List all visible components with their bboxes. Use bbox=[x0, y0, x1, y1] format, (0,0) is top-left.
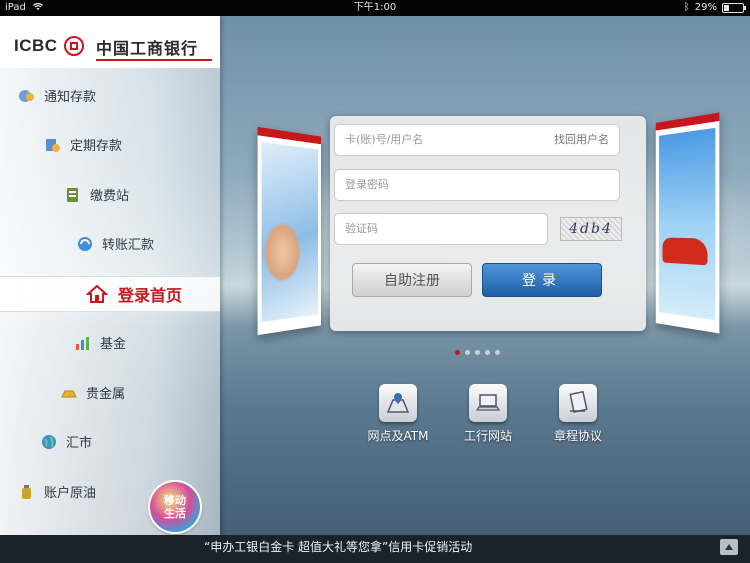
fund-chart-icon bbox=[74, 334, 92, 352]
sidebar: ICBC 中国工商银行 通知存款 定期存款 缴费站 转账汇款 登录首页 基金 贵… bbox=[0, 16, 220, 535]
sidebar-item-label: 定期存款 bbox=[70, 139, 123, 154]
promo-card-right[interactable] bbox=[655, 112, 720, 334]
sidebar-item-fund[interactable]: 基金 bbox=[74, 333, 126, 352]
laptop-icon bbox=[469, 384, 507, 422]
sidebar-item-label: 登录首页 bbox=[118, 286, 183, 305]
captcha-placeholder: 验证码 bbox=[345, 222, 378, 235]
promo-car-graphic bbox=[662, 237, 708, 266]
carousel-dot[interactable] bbox=[455, 350, 460, 355]
logo-name: 中国工商银行 bbox=[96, 39, 199, 58]
password-input[interactable]: 登录密码 bbox=[334, 169, 620, 201]
carousel-dot[interactable] bbox=[465, 350, 470, 355]
oil-bottle-icon bbox=[18, 483, 36, 501]
sidebar-item-transfer[interactable]: 转账汇款 bbox=[76, 234, 154, 253]
sidebar-item-label: 基金 bbox=[100, 337, 127, 352]
sidebar-item-label: 通知存款 bbox=[44, 90, 97, 105]
fixed-deposit-icon bbox=[44, 136, 62, 154]
status-bar: iPad 下午1:00 ᛒ 29% bbox=[0, 0, 750, 16]
promo-ticker[interactable]: “申办工银白金卡 超值大礼等您拿”信用卡促销活动 bbox=[0, 535, 750, 563]
promo-hand-graphic bbox=[263, 221, 301, 285]
transfer-icon bbox=[76, 235, 94, 253]
login-button[interactable]: 登录 bbox=[482, 263, 602, 297]
sidebar-item-forex[interactable]: 汇市 bbox=[40, 432, 92, 451]
sidebar-item-payment[interactable]: 缴费站 bbox=[64, 185, 129, 204]
quick-link-terms[interactable]: 章程协议 bbox=[538, 384, 618, 444]
sidebar-item-fixed-deposit[interactable]: 定期存款 bbox=[44, 135, 122, 154]
sidebar-item-precious-metal[interactable]: 贵金属 bbox=[60, 383, 125, 402]
mobile-life-label: 移动生活 bbox=[164, 494, 186, 520]
battery-icon bbox=[722, 3, 746, 13]
promo-image bbox=[659, 127, 716, 321]
expand-up-icon[interactable] bbox=[720, 539, 738, 555]
map-pin-icon bbox=[379, 384, 417, 422]
icbc-logo: ICBC 中国工商银行 bbox=[0, 16, 220, 68]
login-panel: 卡(账)号/用户名 找回用户名 登录密码 验证码 4db4 自助注册 登录 bbox=[330, 116, 646, 331]
quick-link-label: 章程协议 bbox=[553, 429, 602, 443]
logo-brand: ICBC bbox=[14, 36, 58, 55]
forex-globe-icon bbox=[40, 433, 58, 451]
home-icon bbox=[86, 284, 108, 304]
ticker-message[interactable]: “申办工银白金卡 超值大礼等您拿”信用卡促销活动 bbox=[204, 535, 472, 559]
quick-link-icbc-website[interactable]: 工行网站 bbox=[448, 384, 528, 444]
captcha-image[interactable]: 4db4 bbox=[560, 217, 622, 241]
account-input[interactable]: 卡(账)号/用户名 找回用户名 bbox=[334, 124, 620, 156]
status-right: ᛒ 29% bbox=[683, 0, 746, 16]
promo-card-left[interactable] bbox=[257, 126, 322, 336]
logo-underline bbox=[96, 59, 212, 61]
quick-link-label: 工行网站 bbox=[463, 429, 512, 443]
icbc-seal-icon bbox=[64, 36, 84, 56]
carousel-dots[interactable] bbox=[455, 350, 500, 355]
sidebar-item-label: 缴费站 bbox=[90, 189, 130, 204]
sidebar-item-crude-oil[interactable]: 账户原油 bbox=[18, 482, 96, 501]
clock: 下午1:00 bbox=[353, 2, 397, 13]
battery-percent: 29% bbox=[694, 2, 717, 13]
captcha-input[interactable]: 验证码 bbox=[334, 213, 548, 245]
carousel-dot[interactable] bbox=[495, 350, 500, 355]
document-icon bbox=[559, 384, 597, 422]
carousel-dot[interactable] bbox=[475, 350, 480, 355]
self-register-button[interactable]: 自助注册 bbox=[352, 263, 472, 297]
carousel-dot[interactable] bbox=[485, 350, 490, 355]
bluetooth-icon: ᛒ bbox=[683, 2, 690, 13]
sidebar-item-label: 转账汇款 bbox=[102, 238, 155, 253]
sidebar-item-notice-deposit[interactable]: 通知存款 bbox=[18, 86, 96, 105]
sidebar-item-label: 汇市 bbox=[66, 436, 93, 451]
sidebar-item-login-home[interactable]: 登录首页 bbox=[86, 282, 182, 306]
quick-link-label: 网点及ATM bbox=[367, 429, 429, 443]
mobile-life-button[interactable]: 移动生活 bbox=[150, 482, 200, 532]
sidebar-item-label: 账户原油 bbox=[44, 486, 97, 501]
password-placeholder: 登录密码 bbox=[345, 178, 389, 191]
account-placeholder: 卡(账)号/用户名 bbox=[345, 133, 424, 146]
quick-link-branches-atm[interactable]: 网点及ATM bbox=[358, 384, 438, 444]
deposit-notice-icon bbox=[18, 87, 36, 105]
payment-icon bbox=[64, 186, 82, 204]
sidebar-item-label: 贵金属 bbox=[86, 387, 126, 402]
gold-bar-icon bbox=[60, 384, 78, 402]
find-username-link[interactable]: 找回用户名 bbox=[554, 125, 609, 155]
